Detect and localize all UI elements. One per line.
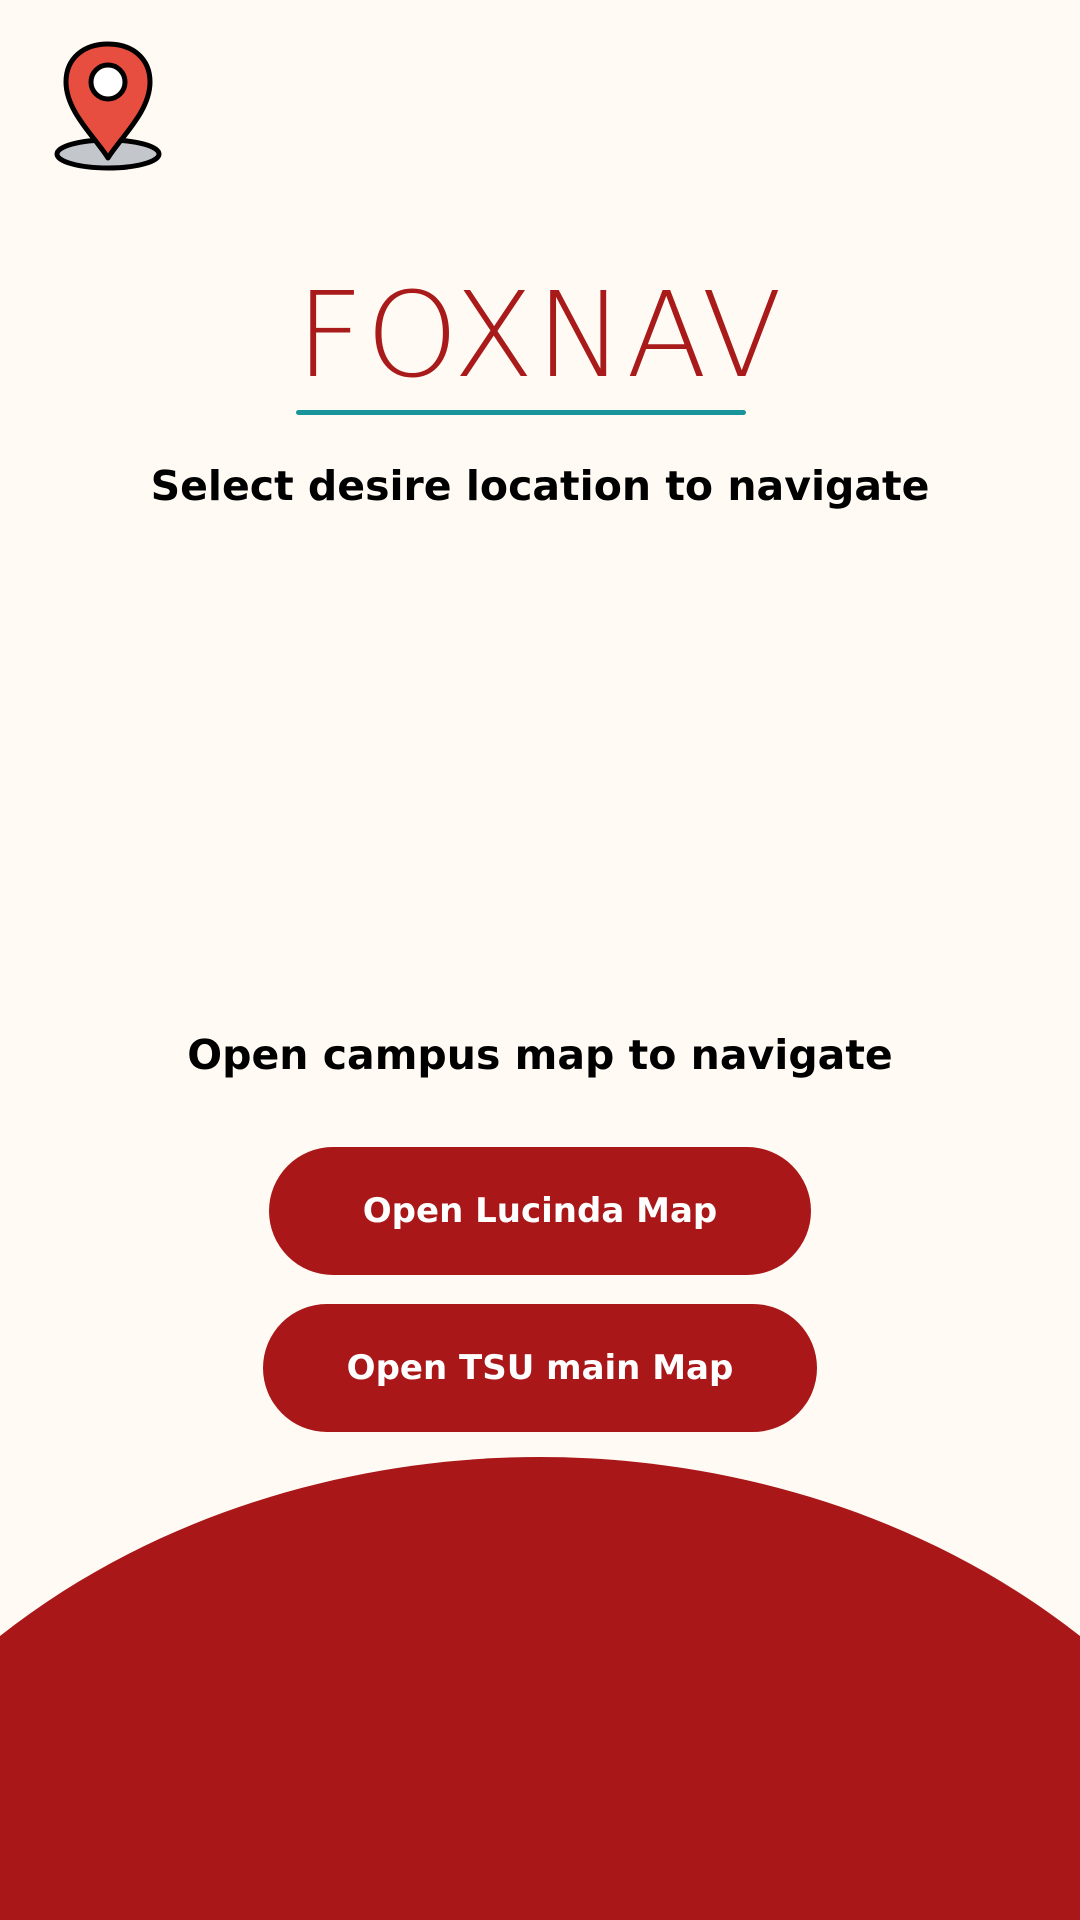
- map-pin-icon: [54, 41, 162, 171]
- title-underline: [296, 410, 746, 415]
- page-subtitle: Select desire location to navigate: [150, 462, 930, 510]
- bottom-decorative-dome: [0, 1457, 1080, 1920]
- open-lucinda-map-button[interactable]: Open Lucinda Map: [269, 1147, 811, 1275]
- open-tsu-main-map-button[interactable]: Open TSU main Map: [263, 1304, 817, 1432]
- app-title: FOXNAV: [295, 266, 785, 404]
- campus-map-heading: Open campus map to navigate: [187, 1031, 893, 1079]
